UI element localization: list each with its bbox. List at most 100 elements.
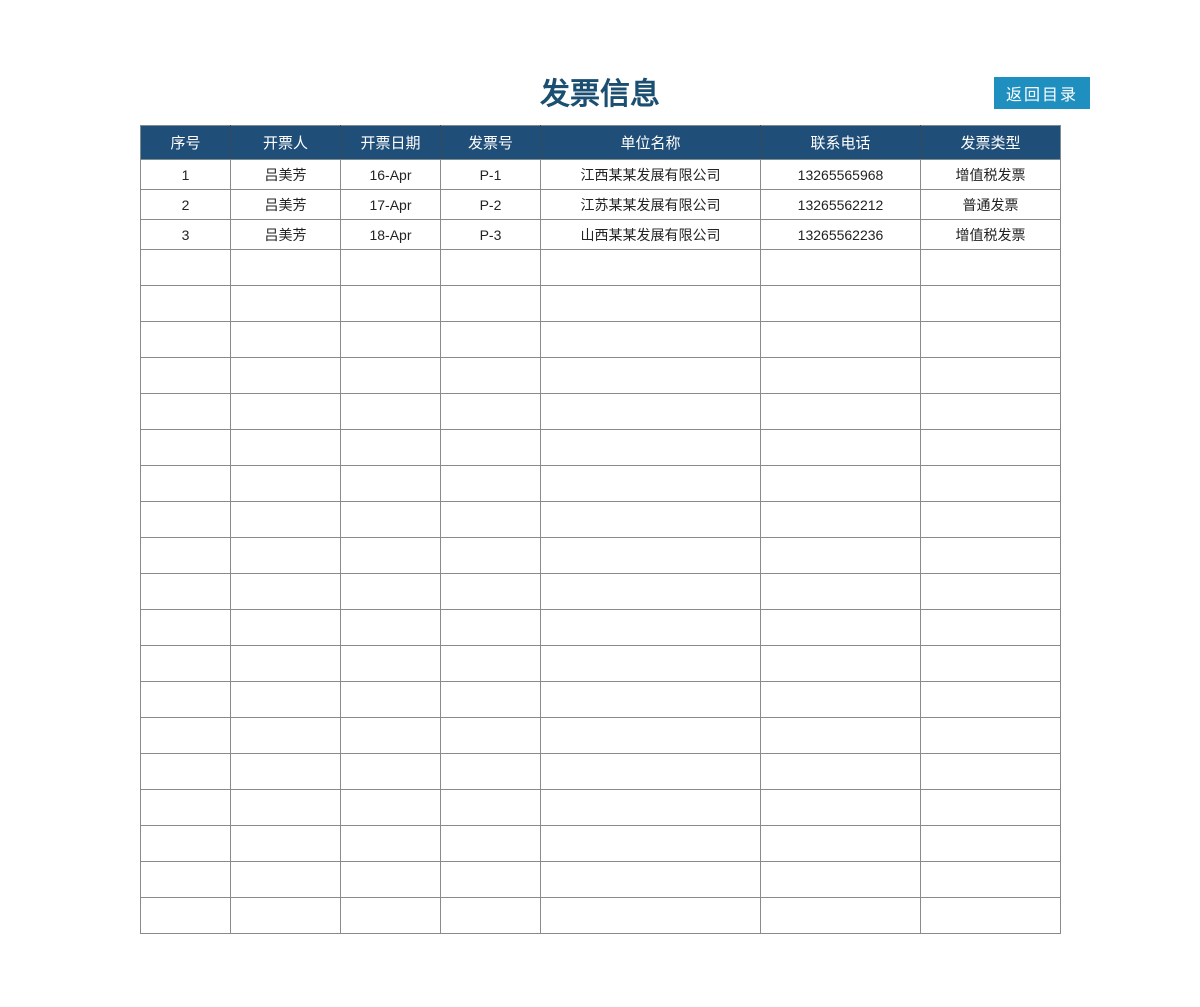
table-row-empty — [141, 898, 1061, 934]
cell-empty — [231, 322, 341, 358]
cell-empty — [341, 322, 441, 358]
cell-unit: 江苏某某发展有限公司 — [541, 190, 761, 220]
cell-empty — [141, 826, 231, 862]
cell-empty — [141, 538, 231, 574]
cell-empty — [441, 466, 541, 502]
cell-date: 16-Apr — [341, 160, 441, 190]
cell-empty — [761, 826, 921, 862]
table-row-empty — [141, 466, 1061, 502]
cell-empty — [441, 646, 541, 682]
cell-unit: 江西某某发展有限公司 — [541, 160, 761, 190]
cell-empty — [761, 322, 921, 358]
cell-empty — [341, 790, 441, 826]
cell-empty — [761, 394, 921, 430]
cell-no: P-2 — [441, 190, 541, 220]
cell-empty — [341, 718, 441, 754]
cell-empty — [921, 718, 1061, 754]
cell-empty — [761, 862, 921, 898]
table-row-empty — [141, 754, 1061, 790]
cell-empty — [341, 358, 441, 394]
cell-empty — [341, 502, 441, 538]
cell-empty — [341, 682, 441, 718]
cell-empty — [541, 790, 761, 826]
table-row-empty — [141, 286, 1061, 322]
cell-empty — [541, 250, 761, 286]
cell-empty — [761, 682, 921, 718]
cell-empty — [541, 394, 761, 430]
cell-empty — [441, 358, 541, 394]
table-row: 1吕美芳16-AprP-1江西某某发展有限公司13265565968增值税发票 — [141, 160, 1061, 190]
cell-empty — [761, 538, 921, 574]
cell-empty — [441, 250, 541, 286]
col-header-no: 发票号 — [441, 126, 541, 160]
table-row: 3吕美芳18-AprP-3山西某某发展有限公司13265562236增值税发票 — [141, 220, 1061, 250]
cell-issuer: 吕美芳 — [231, 160, 341, 190]
back-to-contents-button[interactable]: 返回目录 — [994, 77, 1090, 109]
cell-empty — [341, 574, 441, 610]
cell-empty — [441, 430, 541, 466]
cell-empty — [231, 538, 341, 574]
cell-empty — [921, 646, 1061, 682]
cell-empty — [141, 646, 231, 682]
cell-empty — [761, 790, 921, 826]
table-row-empty — [141, 682, 1061, 718]
cell-issuer: 吕美芳 — [231, 190, 341, 220]
cell-empty — [231, 286, 341, 322]
cell-empty — [441, 682, 541, 718]
cell-empty — [441, 286, 541, 322]
cell-empty — [341, 862, 441, 898]
cell-empty — [541, 754, 761, 790]
table-row-empty — [141, 718, 1061, 754]
cell-empty — [141, 286, 231, 322]
cell-seq: 2 — [141, 190, 231, 220]
cell-empty — [231, 394, 341, 430]
cell-empty — [921, 574, 1061, 610]
col-header-phone: 联系电话 — [761, 126, 921, 160]
cell-empty — [231, 358, 341, 394]
cell-empty — [921, 250, 1061, 286]
cell-empty — [921, 322, 1061, 358]
cell-empty — [141, 682, 231, 718]
cell-empty — [921, 286, 1061, 322]
cell-empty — [921, 538, 1061, 574]
cell-empty — [761, 574, 921, 610]
cell-phone: 13265562236 — [761, 220, 921, 250]
cell-empty — [231, 790, 341, 826]
table-row-empty — [141, 358, 1061, 394]
cell-empty — [541, 538, 761, 574]
cell-empty — [921, 790, 1061, 826]
cell-empty — [541, 898, 761, 934]
table-row-empty — [141, 250, 1061, 286]
cell-empty — [441, 754, 541, 790]
cell-empty — [921, 430, 1061, 466]
cell-empty — [341, 430, 441, 466]
cell-type: 增值税发票 — [921, 160, 1061, 190]
cell-empty — [141, 718, 231, 754]
cell-no: P-1 — [441, 160, 541, 190]
cell-empty — [541, 286, 761, 322]
cell-empty — [541, 826, 761, 862]
cell-empty — [761, 646, 921, 682]
cell-empty — [541, 862, 761, 898]
cell-empty — [141, 754, 231, 790]
cell-empty — [761, 358, 921, 394]
cell-empty — [141, 430, 231, 466]
cell-empty — [341, 466, 441, 502]
cell-empty — [441, 610, 541, 646]
cell-empty — [341, 250, 441, 286]
cell-empty — [761, 430, 921, 466]
cell-empty — [921, 682, 1061, 718]
col-header-type: 发票类型 — [921, 126, 1061, 160]
table-row-empty — [141, 574, 1061, 610]
cell-empty — [541, 718, 761, 754]
cell-empty — [341, 286, 441, 322]
cell-empty — [541, 358, 761, 394]
invoice-table-container: 序号 开票人 开票日期 发票号 单位名称 联系电话 发票类型 1吕美芳16-Ap… — [140, 125, 1060, 934]
cell-empty — [341, 610, 441, 646]
cell-empty — [541, 466, 761, 502]
cell-empty — [231, 898, 341, 934]
table-row-empty — [141, 790, 1061, 826]
cell-empty — [541, 574, 761, 610]
cell-empty — [441, 898, 541, 934]
cell-empty — [761, 250, 921, 286]
